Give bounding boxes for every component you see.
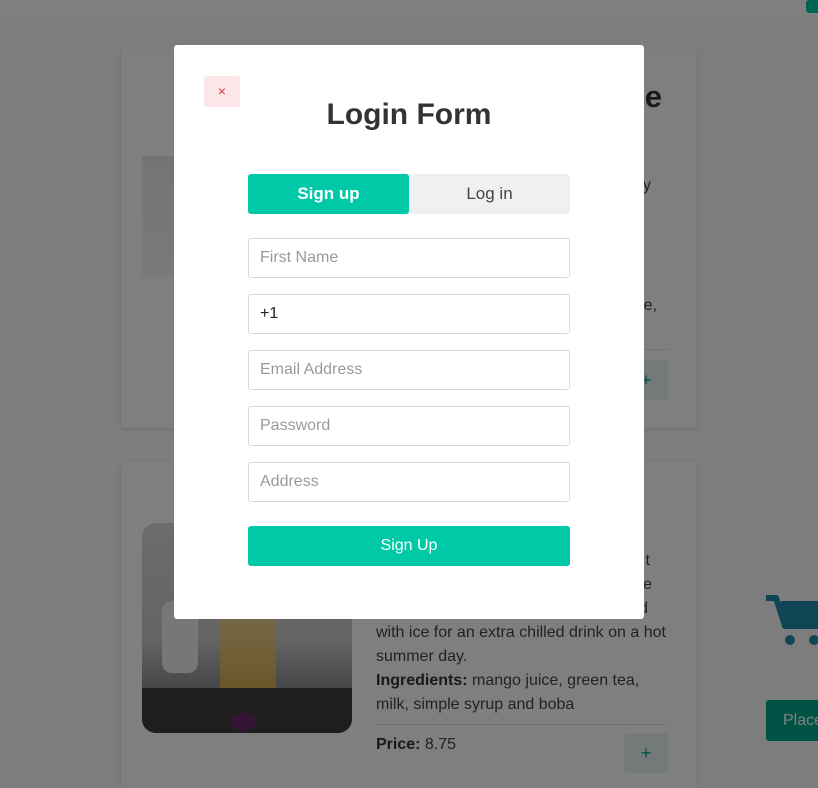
tab-log-in[interactable]: Log in: [409, 174, 570, 214]
auth-tabs: Sign up Log in: [248, 174, 570, 214]
tab-sign-up[interactable]: Sign up: [248, 174, 409, 214]
modal-title: Login Form: [326, 98, 492, 131]
sign-up-button[interactable]: Sign Up: [248, 526, 570, 566]
email-field[interactable]: [248, 350, 570, 390]
phone-field[interactable]: [248, 294, 570, 334]
address-field[interactable]: [248, 462, 570, 502]
first-name-field[interactable]: [248, 238, 570, 278]
login-modal: × Login Form Sign up Log in Sign Up: [174, 45, 644, 619]
password-field[interactable]: [248, 406, 570, 446]
